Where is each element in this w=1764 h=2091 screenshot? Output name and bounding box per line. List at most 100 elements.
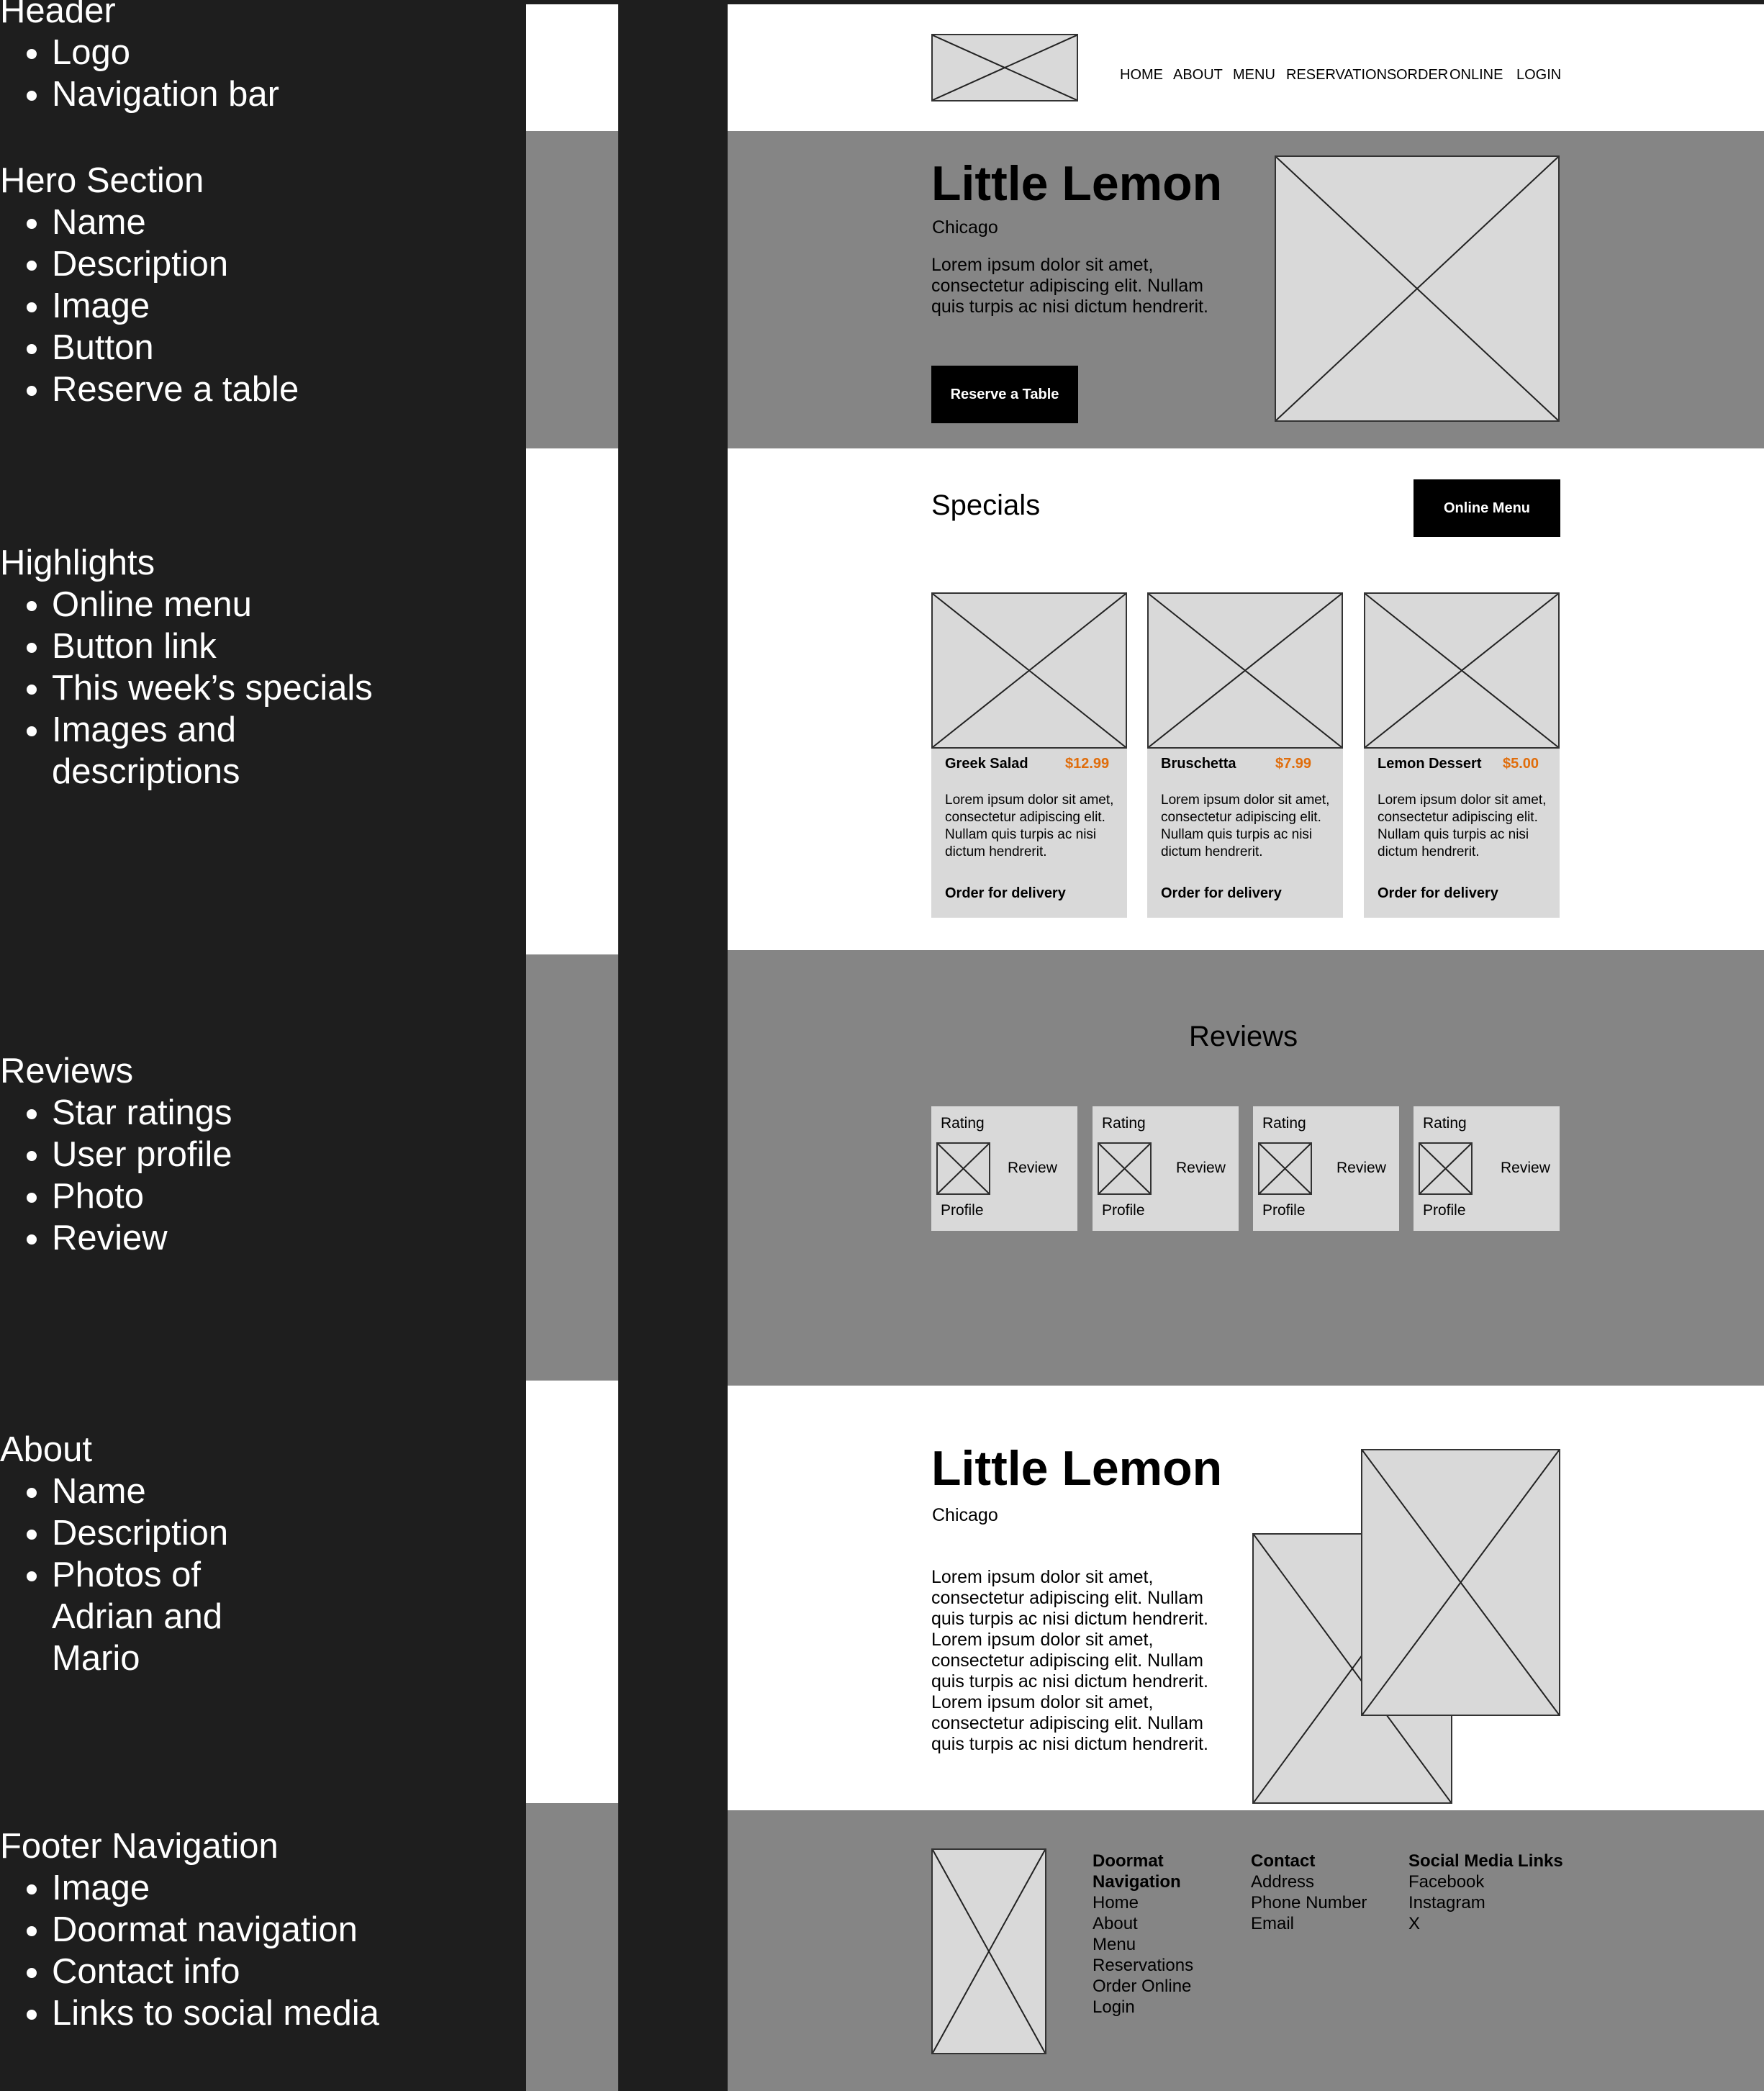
annotation-item: Description bbox=[52, 243, 299, 285]
annotation-reviews: Reviews Star ratings User profile Photo … bbox=[0, 1050, 232, 1259]
review-rating: Rating bbox=[1423, 1115, 1467, 1132]
annotation-item: Star ratings bbox=[52, 1092, 232, 1134]
annotation-item: User profile bbox=[52, 1134, 232, 1175]
special-card[interactable]: Lemon Dessert $5.00 Lorem ipsum dolor si… bbox=[1364, 592, 1560, 918]
special-description: Lorem ipsum dolor sit amet, consectetur … bbox=[1378, 792, 1547, 859]
annotation-item: Photos of Adrian and Mario bbox=[52, 1554, 253, 1679]
review-text: Review bbox=[1336, 1160, 1386, 1176]
footer-link-instagram[interactable]: Instagram bbox=[1408, 1892, 1581, 1913]
about-section: Little Lemon Chicago Lorem ipsum dolor s… bbox=[728, 1386, 1764, 1810]
annotation-hero: Hero Section Name Description Image Butt… bbox=[0, 160, 299, 410]
footer-link-order-online[interactable]: Order Online bbox=[1093, 1976, 1193, 1997]
header: HOME ABOUT MENU RESERVATIONS ORDER ONLIN… bbox=[728, 4, 1764, 131]
special-description: Lorem ipsum dolor sit amet, consectetur … bbox=[945, 792, 1114, 859]
logo-placeholder[interactable] bbox=[931, 34, 1078, 101]
special-price: $5.00 bbox=[1503, 756, 1539, 772]
footer-link-home[interactable]: Home bbox=[1093, 1892, 1193, 1913]
annotation-item: Contact info bbox=[52, 1951, 379, 1992]
nav-about[interactable]: ABOUT bbox=[1173, 67, 1223, 83]
footer-phone[interactable]: Phone Number bbox=[1251, 1892, 1395, 1913]
review-profile[interactable]: Profile bbox=[1262, 1202, 1306, 1219]
annotation-item: Button bbox=[52, 327, 299, 369]
footer-doormat-nav: Doormat Navigation Home About Menu Reser… bbox=[1093, 1851, 1193, 2018]
review-rating: Rating bbox=[941, 1115, 985, 1132]
annotation-highlights: Highlights Online menu Button link This … bbox=[0, 542, 373, 792]
stripe-header bbox=[526, 4, 618, 131]
review-card: Rating Review Profile bbox=[1253, 1106, 1399, 1231]
nav-online[interactable]: ONLINE bbox=[1449, 67, 1503, 83]
annotation-item: Name bbox=[52, 1471, 253, 1512]
annotation-item: Logo bbox=[52, 32, 279, 73]
hero-title: Little Lemon bbox=[931, 156, 1223, 211]
special-name: Greek Salad bbox=[945, 756, 1028, 772]
annotation-item: Description bbox=[52, 1512, 253, 1554]
annotation-item: Button link bbox=[52, 626, 373, 667]
review-profile[interactable]: Profile bbox=[941, 1202, 984, 1219]
review-card: Rating Review Profile bbox=[1414, 1106, 1560, 1231]
special-card[interactable]: Bruschetta $7.99 Lorem ipsum dolor sit a… bbox=[1147, 592, 1343, 918]
footer-link-login[interactable]: Login bbox=[1093, 1997, 1193, 2018]
about-city: Chicago bbox=[932, 1505, 998, 1525]
stripe-footer bbox=[526, 1803, 618, 2091]
footer-heading: Doormat Navigation bbox=[1093, 1851, 1181, 1892]
special-name: Bruschetta bbox=[1161, 756, 1236, 772]
profile-photo bbox=[1258, 1142, 1312, 1195]
annotation-footer: Footer Navigation Image Doormat navigati… bbox=[0, 1825, 379, 2034]
footer-link-menu[interactable]: Menu bbox=[1093, 1934, 1193, 1955]
annotation-title: Hero Section bbox=[0, 161, 204, 200]
footer-link-x[interactable]: X bbox=[1408, 1913, 1581, 1934]
annotation-item: Links to social media bbox=[52, 1992, 379, 2034]
special-image bbox=[1147, 592, 1343, 749]
order-delivery-link[interactable]: Order for delivery bbox=[945, 885, 1066, 902]
review-text: Review bbox=[1008, 1160, 1057, 1176]
footer-link-about[interactable]: About bbox=[1093, 1913, 1193, 1934]
footer-email[interactable]: Email bbox=[1251, 1913, 1395, 1934]
about-title: Little Lemon bbox=[931, 1441, 1223, 1496]
footer-link-facebook[interactable]: Facebook bbox=[1408, 1871, 1581, 1892]
profile-photo bbox=[936, 1142, 990, 1195]
review-profile[interactable]: Profile bbox=[1423, 1202, 1466, 1219]
review-profile[interactable]: Profile bbox=[1102, 1202, 1145, 1219]
footer-address[interactable]: Address bbox=[1251, 1871, 1395, 1892]
annotation-item: Doormat navigation bbox=[52, 1909, 379, 1951]
online-menu-button[interactable]: Online Menu bbox=[1414, 479, 1560, 537]
annotation-item: Image bbox=[52, 285, 299, 327]
reviews-title: Reviews bbox=[1189, 1021, 1298, 1052]
special-description: Lorem ipsum dolor sit amet, consectetur … bbox=[1161, 792, 1330, 859]
annotation-item: Photo bbox=[52, 1175, 232, 1217]
hero-section: Little Lemon Chicago Lorem ipsum dolor s… bbox=[728, 131, 1764, 448]
profile-photo bbox=[1419, 1142, 1473, 1195]
reserve-table-button[interactable]: Reserve a Table bbox=[931, 366, 1078, 423]
about-photo-adrian bbox=[1361, 1449, 1560, 1716]
annotation-header: Header Logo Navigation bar bbox=[0, 0, 279, 115]
annotation-title: Reviews bbox=[0, 1052, 134, 1090]
nav-login[interactable]: LOGIN bbox=[1516, 67, 1561, 83]
review-rating: Rating bbox=[1262, 1115, 1306, 1132]
review-card: Rating Review Profile bbox=[1093, 1106, 1239, 1231]
hero-image bbox=[1275, 155, 1560, 422]
nav-menu[interactable]: MENU bbox=[1233, 67, 1275, 83]
special-price: $7.99 bbox=[1275, 756, 1312, 772]
annotation-title: About bbox=[0, 1430, 93, 1469]
hero-city: Chicago bbox=[932, 217, 998, 238]
footer-link-reservations[interactable]: Reservations bbox=[1093, 1955, 1193, 1976]
review-card: Rating Review Profile bbox=[931, 1106, 1077, 1231]
footer-heading: Social Media Links bbox=[1408, 1851, 1563, 1871]
stripe-hero bbox=[526, 131, 618, 448]
stripe-highlights bbox=[526, 448, 618, 954]
review-text: Review bbox=[1501, 1160, 1550, 1176]
order-delivery-link[interactable]: Order for delivery bbox=[1378, 885, 1498, 902]
special-card[interactable]: Greek Salad $12.99 Lorem ipsum dolor sit… bbox=[931, 592, 1127, 918]
nav-reservations[interactable]: RESERVATIONS bbox=[1286, 67, 1396, 83]
reviews-section: Reviews bbox=[728, 950, 1764, 1386]
annotation-item: Image bbox=[52, 1867, 379, 1909]
order-delivery-link[interactable]: Order for delivery bbox=[1161, 885, 1282, 902]
stripe-about bbox=[526, 1381, 618, 1803]
annotation-title: Footer Navigation bbox=[0, 1827, 279, 1866]
footer-heading: Contact bbox=[1251, 1851, 1316, 1871]
annotation-item: Online menu bbox=[52, 584, 373, 626]
nav-home[interactable]: HOME bbox=[1120, 67, 1163, 83]
special-price: $12.99 bbox=[1065, 756, 1110, 772]
nav-order[interactable]: ORDER bbox=[1396, 67, 1448, 83]
special-image bbox=[931, 592, 1127, 749]
